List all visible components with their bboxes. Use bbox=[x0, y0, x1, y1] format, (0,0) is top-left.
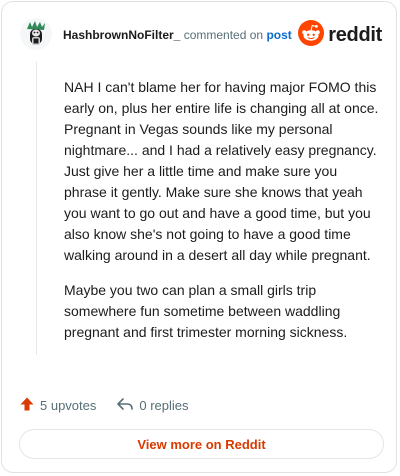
comment-paragraph-1: NAH I can't blame her for having major F… bbox=[64, 79, 379, 263]
post-link[interactable]: post bbox=[266, 28, 291, 42]
commented-on-text: commented on bbox=[183, 28, 264, 42]
comment-meta: HashbrownNoFilter_ commented on post bbox=[63, 28, 292, 42]
reddit-comment-embed: HashbrownNoFilter_ commented on post red… bbox=[1, 1, 397, 473]
reply-arrow-icon bbox=[116, 396, 134, 415]
username-link[interactable]: HashbrownNoFilter_ bbox=[63, 28, 180, 42]
reddit-wordmark: reddit bbox=[328, 23, 382, 46]
avatar-icon[interactable] bbox=[20, 18, 52, 50]
upvote-button[interactable]: 5 upvotes bbox=[19, 396, 96, 415]
comment-header: HashbrownNoFilter_ commented on post red… bbox=[20, 18, 382, 52]
reddit-logo-icon bbox=[298, 19, 325, 51]
upvote-count: 5 upvotes bbox=[40, 397, 97, 413]
comment-actions: 5 upvotes 0 replies bbox=[19, 394, 189, 416]
reply-count: 0 replies bbox=[139, 397, 189, 413]
comment-body: NAH I can't blame her for having major F… bbox=[64, 77, 380, 357]
view-more-button[interactable]: View more on Reddit bbox=[19, 429, 384, 459]
upvote-arrow-icon bbox=[19, 396, 35, 415]
comment-paragraph-2: Maybe you two can plan a small girls tri… bbox=[64, 282, 348, 340]
reddit-brand[interactable]: reddit bbox=[298, 19, 382, 51]
thread-line bbox=[36, 62, 37, 355]
reply-button[interactable]: 0 replies bbox=[116, 396, 189, 415]
